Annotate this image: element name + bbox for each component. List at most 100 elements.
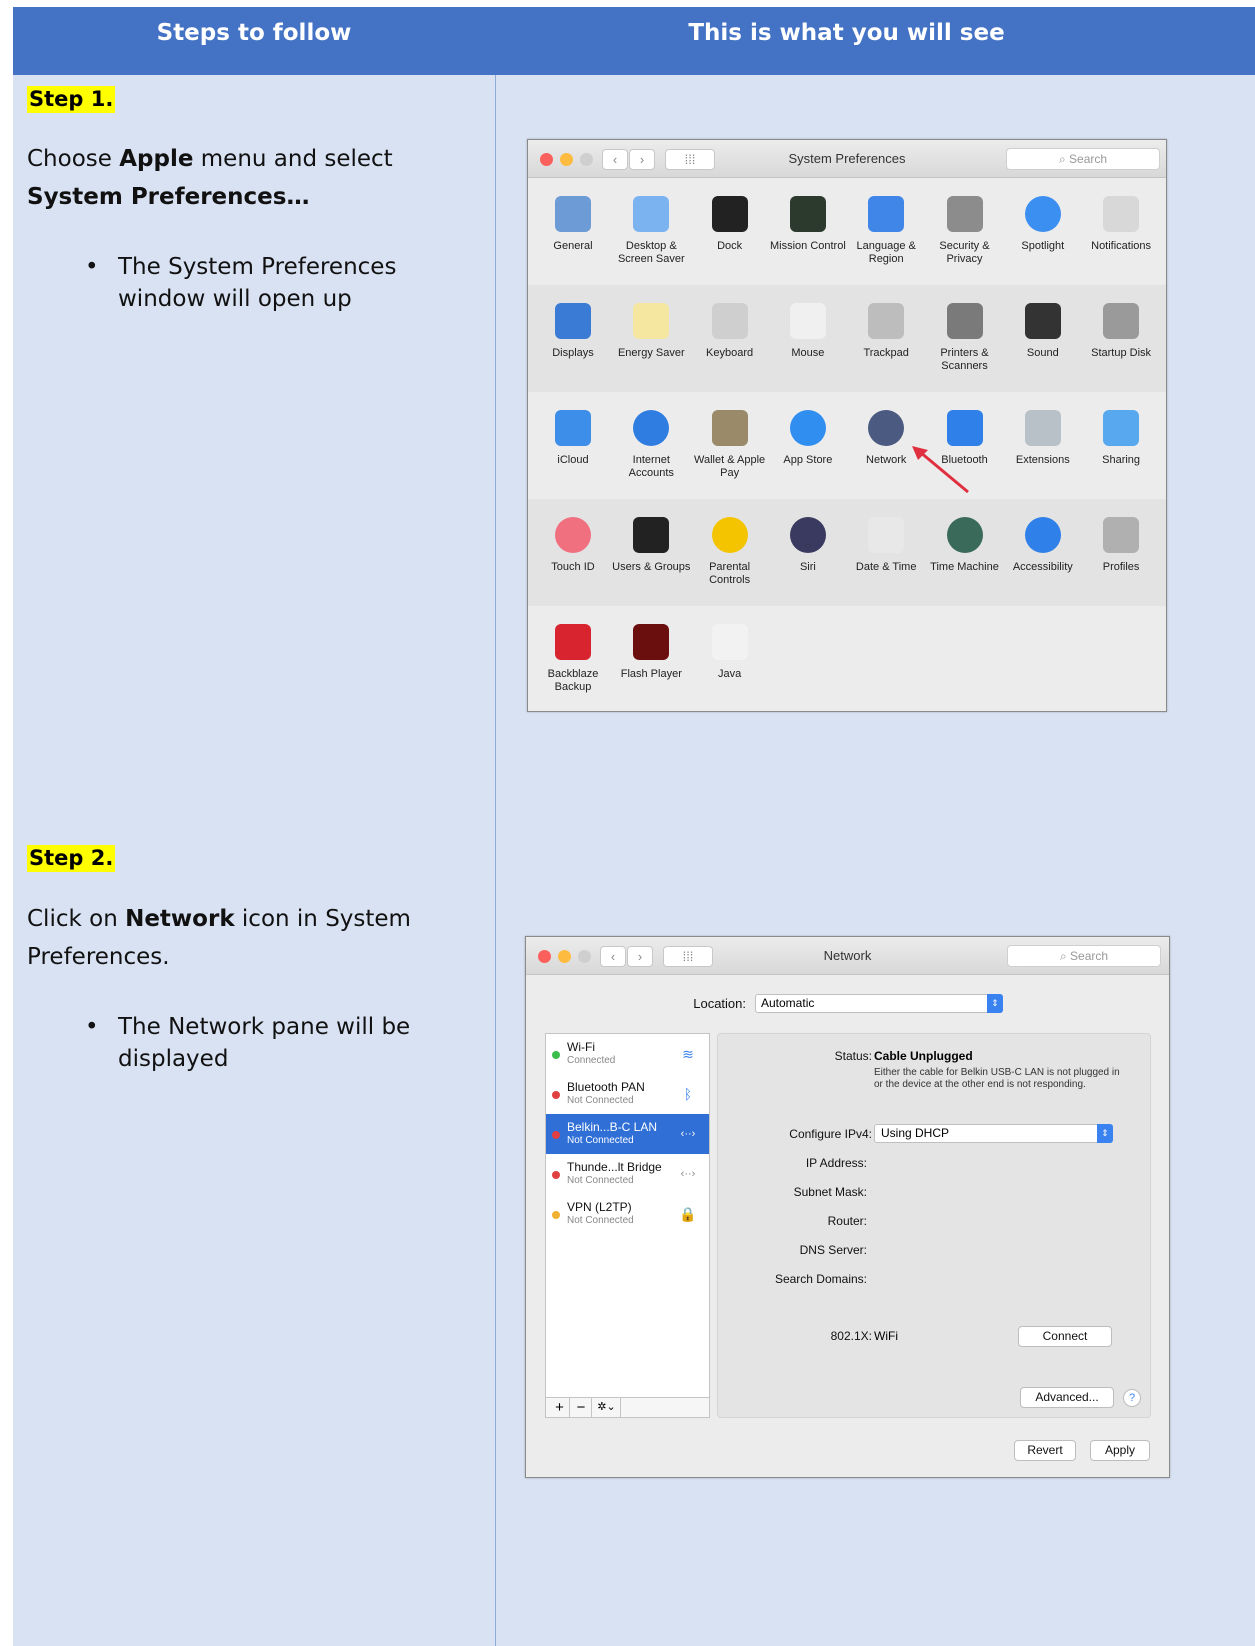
pref-item-language-region[interactable]: Language & Region [847,178,925,285]
router-label: Router: [827,1214,867,1228]
step1-instruction: Choose Apple menu and select System Pref… [27,146,393,210]
preference-row: iCloud Internet Accounts Wallet & Apple Pa… [528,392,1166,499]
pref-item-desktop-screen-saver[interactable]: Desktop & Screen Saver [612,178,690,285]
pref-item-label: Trackpad [863,347,909,359]
pref-item-sharing[interactable]: Sharing [1082,392,1160,499]
mouse-icon [789,303,826,339]
pref-item-label: Mission Control [769,240,846,252]
header-steps: Steps to follow [156,20,352,46]
search-input[interactable]: ⌕ Search [1007,945,1161,967]
service-item[interactable]: VPN (L2TP) Not Connected 🔒 [546,1194,709,1234]
service-item[interactable]: Wi-Fi Connected ≋ [546,1034,709,1074]
pref-item-label: Energy Saver [617,347,685,359]
pref-item-label: Siri [799,561,816,573]
service-item[interactable]: Belkin...B-C LAN Not Connected ‹··› [546,1114,709,1154]
search-input[interactable]: ⌕ Search [1006,148,1160,170]
icloud-icon [555,410,591,446]
column-divider [495,75,496,1646]
location-select[interactable]: Automatic ⇕ [755,994,1003,1013]
clock-icon [868,517,905,553]
configure-ipv4-select[interactable]: Using DHCP ⇕ [874,1124,1113,1143]
pref-item-java[interactable]: Java [691,606,769,711]
pref-item-general[interactable]: General [534,178,612,285]
pref-item-label: Security & Privacy [939,240,990,265]
pref-item-siri[interactable]: Siri [769,499,847,606]
pref-item-label: Flash Player [620,668,682,680]
pref-item-keyboard[interactable]: Keyboard [691,285,769,392]
pref-item-accessibility[interactable]: Accessibility [1004,499,1082,606]
pref-item-displays[interactable]: Displays [534,285,612,392]
location-label: Location: [693,996,746,1011]
mission-control-icon [789,196,826,232]
remove-service-button[interactable]: − [571,1398,592,1417]
pref-item-energy-saver[interactable]: Energy Saver [612,285,690,392]
pref-item-startup-disk[interactable]: Startup Disk [1082,285,1160,392]
service-name: VPN (L2TP) [567,1200,632,1214]
pref-item-label: Backblaze Backup [547,668,599,693]
service-name: Thunde...lt Bridge [567,1160,662,1174]
pref-item-parental-controls[interactable]: Parental Controls [691,499,769,606]
pref-item-label: General [553,240,593,252]
connect-button[interactable]: Connect [1018,1326,1112,1347]
pref-item-notifications[interactable]: Notifications [1082,178,1160,285]
bluetooth-icon [946,410,983,446]
house-icon [946,196,983,232]
wallet-icon [711,410,748,446]
status-value: Cable Unplugged [874,1049,973,1063]
pref-item-trackpad[interactable]: Trackpad [847,285,925,392]
service-status: Connected [567,1055,616,1066]
system-preferences-window: ‹ › ⁞⁞⁞ System Preferences ⌕ Search Gene… [527,139,1167,712]
pref-item-icloud[interactable]: iCloud [534,392,612,499]
pref-item-mouse[interactable]: Mouse [769,285,847,392]
gear-icon[interactable]: ✲⌄ [593,1398,621,1417]
pref-item-sound[interactable]: Sound [1004,285,1082,392]
pref-item-date-time[interactable]: Date & Time [847,499,925,606]
revert-button[interactable]: Revert [1014,1440,1076,1461]
pref-item-label: Time Machine [930,561,999,573]
pref-item-app-store[interactable]: App Store [769,392,847,499]
table-header: Steps to follow This is what you will se… [13,7,1255,75]
status-dot-icon [552,1051,560,1059]
service-item[interactable]: Bluetooth PAN Not Connected ᛒ [546,1074,709,1114]
pref-item-printers-scanners[interactable]: Printers & Scanners [926,285,1004,392]
pref-item-profiles[interactable]: Profiles [1082,499,1160,606]
disk-icon [1103,303,1140,339]
pref-item-flash-player[interactable]: Flash Player [612,606,690,711]
preference-row: Backblaze Backup Flash Player Java [528,606,1166,711]
advanced-button[interactable]: Advanced... [1020,1387,1114,1408]
preference-grid: General Desktop & Screen Saver Dock Mission… [528,178,1166,711]
appstore-icon [789,410,826,446]
bullet-icon: • [85,254,99,280]
title-bar: ‹ › ⁞⁞⁞ Network ⌕ Search [526,937,1169,975]
pref-item-wallet-apple-pay[interactable]: Wallet & Apple Pay [691,392,769,499]
help-button[interactable]: ? [1123,1389,1141,1407]
pref-item-spotlight[interactable]: Spotlight [1004,178,1082,285]
service-status: Not Connected [567,1215,634,1226]
pref-item-label: Sound [1026,347,1059,359]
pref-item-mission-control[interactable]: Mission Control [769,178,847,285]
apply-button[interactable]: Apply [1090,1440,1150,1461]
pref-item-security-privacy[interactable]: Security & Privacy [926,178,1004,285]
pref-item-label: iCloud [557,454,589,466]
pref-item-time-machine[interactable]: Time Machine [926,499,1004,606]
general-icon [555,196,591,232]
ethernet-icon: ‹··› [680,1168,696,1180]
pref-item-extensions[interactable]: Extensions [1004,392,1082,499]
pref-item-backblaze-backup[interactable]: Backblaze Backup [534,606,612,711]
network-window: ‹ › ⁞⁞⁞ Network ⌕ Search Location: Autom… [525,936,1170,1478]
pref-item-label: Accessibility [1012,561,1073,573]
pref-item-label: Profiles [1102,561,1140,573]
pref-item-label: Internet Accounts [628,454,674,479]
profiles-icon [1103,517,1140,553]
service-item[interactable]: Thunde...lt Bridge Not Connected ‹··› [546,1154,709,1194]
pref-item-label: Keyboard [706,347,754,359]
pref-item-touch-id[interactable]: Touch ID [534,499,612,606]
pref-item-dock[interactable]: Dock [691,178,769,285]
add-service-button[interactable]: + [550,1398,570,1417]
service-name: Bluetooth PAN [567,1080,645,1094]
pref-item-internet-accounts[interactable]: Internet Accounts [612,392,690,499]
pref-item-users-groups[interactable]: Users & Groups [612,499,690,606]
at-icon [633,410,670,446]
status-label: Status: [834,1049,872,1063]
chevron-updown-icon: ⇕ [1097,1124,1113,1143]
